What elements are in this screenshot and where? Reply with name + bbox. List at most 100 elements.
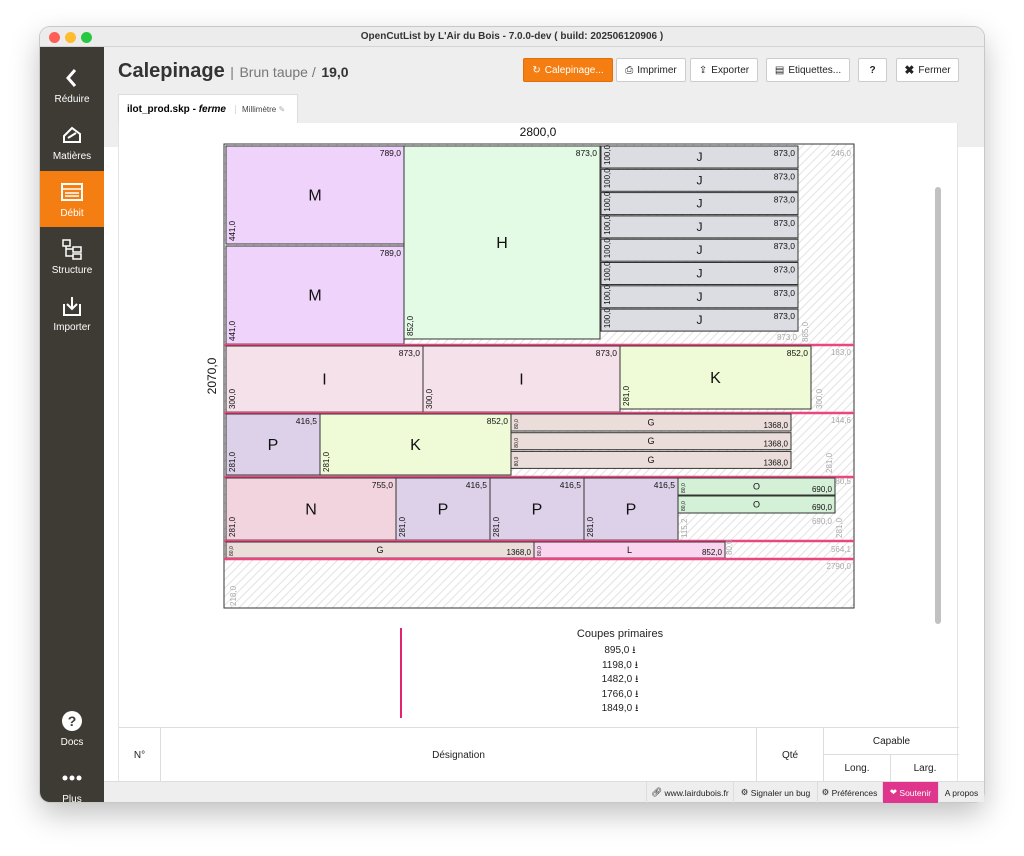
sidebar-item-label: Matières bbox=[52, 151, 92, 162]
sidebar-item-label: Réduire bbox=[54, 94, 90, 105]
thickness-value: 19,0 bbox=[321, 64, 349, 80]
primary-cut-item[interactable]: 1766,0 ⭳ bbox=[520, 688, 720, 703]
sidebar-item-label: Plus bbox=[62, 794, 82, 802]
part-width-label: 281,0 bbox=[492, 516, 501, 537]
part-name-label: P bbox=[268, 437, 279, 454]
part-length-label: 873,0 bbox=[399, 348, 421, 358]
sheet-width-label: 2800,0 bbox=[520, 125, 557, 139]
download-icon: ⭳ bbox=[632, 645, 636, 656]
col-qty[interactable]: Qté bbox=[757, 728, 824, 782]
part-width-label: 852,0 bbox=[406, 315, 415, 336]
sidebar-item-label: Structure bbox=[51, 265, 93, 276]
download-icon: ⭳ bbox=[634, 674, 639, 685]
offcut-label: 80,0 bbox=[725, 539, 734, 555]
offcut-label: 183,0 bbox=[831, 348, 852, 357]
part-length-label: 416,5 bbox=[560, 480, 582, 490]
footer-site-link[interactable]: 🔗︎ www.lairdubois.fr bbox=[646, 782, 733, 803]
part-width-label: 80,0 bbox=[514, 438, 520, 448]
primary-cut-line bbox=[400, 628, 402, 718]
offcut-label: 690,0 bbox=[812, 517, 833, 526]
export-button[interactable]: ⇪ Exporter bbox=[690, 58, 758, 82]
part-width-label: 100,0 bbox=[603, 191, 612, 212]
sidebar-item-label: Débit bbox=[60, 208, 84, 219]
sidebar-item-docs[interactable]: ? Docs bbox=[40, 700, 104, 756]
sidebar-item-reduire[interactable]: Réduire bbox=[40, 57, 104, 113]
refresh-icon: ↻ bbox=[532, 64, 541, 76]
part-length-label: 873,0 bbox=[774, 171, 796, 181]
sidebar-item-matieres[interactable]: Matières bbox=[40, 114, 104, 170]
part-length-label: 690,0 bbox=[812, 503, 833, 512]
material-name: Brun taupe / bbox=[239, 64, 316, 80]
col-num[interactable]: N° bbox=[119, 728, 161, 782]
part-name-label: J bbox=[697, 173, 703, 187]
svg-text:?: ? bbox=[68, 713, 77, 729]
scrollbar[interactable] bbox=[935, 187, 941, 624]
page-title-text: Calepinage bbox=[118, 60, 225, 82]
tab-file[interactable]: ilot_prod.skp - ferme Millimètre ✎ bbox=[118, 94, 298, 123]
help-circle-icon: ? bbox=[62, 711, 82, 731]
part-length-label: 690,0 bbox=[812, 485, 833, 494]
offcut-label: 115,2 bbox=[680, 518, 689, 538]
part-length-label: 852,0 bbox=[787, 348, 809, 358]
offcut-label: 2790,0 bbox=[827, 562, 852, 571]
print-button[interactable]: ⎙ Imprimer bbox=[616, 58, 686, 82]
part-name-label: G bbox=[647, 455, 654, 465]
part-name-label: M bbox=[308, 287, 321, 304]
part-width-label: 281,0 bbox=[322, 451, 331, 472]
footer-bug-link[interactable]: ⚙ Signaler un bug bbox=[733, 782, 817, 803]
sidebar-item-importer[interactable]: Importer bbox=[40, 285, 104, 341]
part-length-label: 873,0 bbox=[774, 148, 796, 158]
col-capable: Capable bbox=[824, 728, 959, 755]
part-name-label: I bbox=[519, 371, 523, 388]
part-length-label: 1368,0 bbox=[764, 421, 789, 430]
part-width-label: 281,0 bbox=[622, 385, 631, 406]
page-title: Calepinage | Brun taupe / 19,0 bbox=[118, 60, 349, 83]
footer-prefs-link[interactable]: ⚙ Préférences bbox=[817, 782, 881, 803]
part-width-label: 281,0 bbox=[586, 516, 595, 537]
link-icon: 🔗︎ bbox=[651, 787, 663, 797]
file-variant: ferme bbox=[198, 104, 226, 115]
part-length-label: 852,0 bbox=[702, 548, 723, 557]
col-long[interactable]: Long. bbox=[824, 755, 891, 782]
structure-icon bbox=[62, 239, 82, 260]
labels-button[interactable]: ▤ Etiquettes... bbox=[766, 58, 850, 82]
unit-selector[interactable]: Millimètre ✎ bbox=[235, 105, 285, 114]
footer-about-link[interactable]: A propos bbox=[938, 782, 984, 803]
footer-prefs-label: Préférences bbox=[831, 787, 878, 798]
col-designation[interactable]: Désignation bbox=[161, 728, 757, 782]
download-icon: ⭳ bbox=[634, 703, 639, 714]
unit-label: Millimètre bbox=[242, 105, 277, 114]
part-length-label: 873,0 bbox=[576, 148, 598, 158]
sidebar-item-label: Importer bbox=[53, 322, 91, 333]
cutting-diagram: 2800,0 2070,0 M 789,0 441,0 M 789,0 441,0 H 873… bbox=[205, 125, 855, 609]
close-button[interactable]: ✖ Fermer bbox=[896, 58, 959, 82]
printer-icon: ⎙ bbox=[625, 64, 634, 76]
part-width-label: 80,0 bbox=[514, 456, 520, 466]
part-width-label: 281,0 bbox=[228, 516, 237, 537]
footer-support-button[interactable]: ❤ Soutenir bbox=[882, 782, 938, 803]
primary-cut-item[interactable]: 1198,0 ⭳ bbox=[520, 659, 720, 674]
calepinage-button[interactable]: ↻ Calepinage... bbox=[523, 58, 613, 82]
primary-cut-value: 895,0 bbox=[604, 645, 630, 656]
part-name-label: K bbox=[710, 370, 721, 387]
primary-cut-item[interactable]: 1482,0 ⭳ bbox=[520, 673, 720, 688]
part-length-label: 1368,0 bbox=[764, 458, 789, 467]
part-length-label: 873,0 bbox=[774, 241, 796, 251]
part-name-label: P bbox=[532, 501, 543, 518]
title-bar: OpenCutList by L'Air du Bois - 7.0.0-dev… bbox=[40, 27, 984, 47]
footer-site-label: www.lairdubois.fr bbox=[664, 787, 729, 798]
sidebar-item-structure[interactable]: Structure bbox=[40, 228, 104, 284]
primary-cut-value: 1766,0 bbox=[601, 688, 633, 700]
primary-cut-item[interactable]: 1849,0 ⭳ bbox=[520, 702, 720, 717]
part-length-label: 1368,0 bbox=[764, 440, 789, 449]
part-length-label: 873,0 bbox=[596, 348, 618, 358]
sidebar-item-debit[interactable]: Débit bbox=[40, 171, 104, 227]
col-larg[interactable]: Larg. bbox=[891, 755, 959, 782]
help-button[interactable]: ? bbox=[858, 58, 887, 82]
part-length-label: 789,0 bbox=[380, 248, 402, 258]
sidebar-item-plus[interactable]: Plus bbox=[40, 757, 104, 802]
cutlist-icon bbox=[61, 183, 83, 201]
primary-cut-item[interactable]: 895,0 ⭳ bbox=[520, 644, 720, 659]
parts-table-header: N° Désignation Qté Capable Long. Larg. bbox=[119, 727, 959, 782]
part-width-label: 80,0 bbox=[681, 483, 687, 493]
